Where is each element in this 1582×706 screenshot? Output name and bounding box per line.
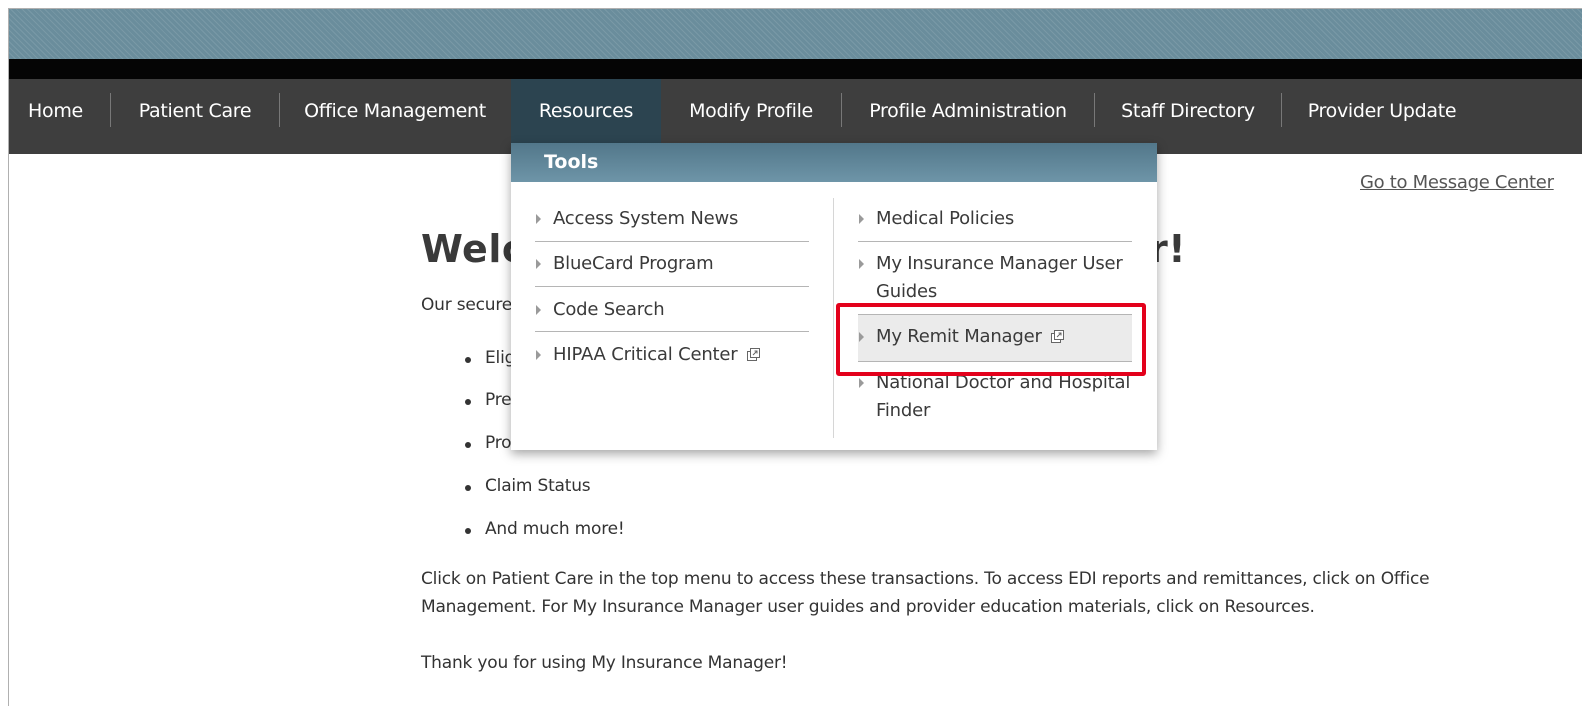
- resources-dropdown: Tools Access System News BlueCard Progra…: [511, 143, 1157, 450]
- menu-item-user-guides[interactable]: My Insurance Manager User Guides: [858, 250, 1132, 306]
- external-link-icon: [747, 348, 760, 361]
- external-link-icon: [1051, 330, 1065, 343]
- bullet-item: Claim Status: [464, 476, 591, 496]
- instructions-paragraph: Click on Patient Care in the top menu to…: [421, 569, 1430, 617]
- menu-item-label: My Insurance Manager User Guides: [876, 253, 1123, 302]
- menu-divider: [535, 241, 809, 242]
- menu-item-medical-policies[interactable]: Medical Policies: [858, 205, 1132, 233]
- intro-text: Our secure: [421, 295, 513, 315]
- menu-item-label: Access System News: [553, 208, 739, 229]
- menu-item-label: HIPAA Critical Center: [553, 344, 738, 365]
- menu-item-label: My Remit Manager: [876, 326, 1042, 347]
- menu-item-access-system-news[interactable]: Access System News: [535, 205, 809, 233]
- bullet-item: Pre: [464, 390, 512, 410]
- caret-right-icon: [859, 259, 864, 269]
- nav-provider-update[interactable]: Provider Update: [1282, 79, 1482, 154]
- column-divider: [833, 198, 834, 438]
- menu-item-label: National Doctor and Hospital Finder: [876, 372, 1131, 421]
- menu-divider: [858, 361, 1132, 362]
- caret-right-icon: [536, 214, 541, 224]
- welcome-heading-left: Welc: [421, 227, 525, 271]
- menu-item-my-remit-manager[interactable]: My Remit Manager: [858, 315, 1132, 361]
- menu-item-label: BlueCard Program: [553, 253, 714, 274]
- menu-item-code-search[interactable]: Code Search: [535, 296, 809, 324]
- menu-divider: [535, 331, 809, 332]
- menu-item-label: Code Search: [553, 299, 665, 320]
- bullet-item: And much more!: [465, 519, 625, 539]
- message-center-link[interactable]: Go to Message Center: [1360, 172, 1554, 193]
- caret-right-icon: [536, 350, 541, 360]
- menu-item-doctor-hospital-finder[interactable]: National Doctor and Hospital Finder: [858, 369, 1132, 425]
- menu-divider: [535, 286, 809, 287]
- menu-item-hipaa-critical-center[interactable]: HIPAA Critical Center: [535, 341, 809, 369]
- header-strip: [9, 59, 1582, 79]
- menu-item-label: Medical Policies: [876, 208, 1015, 229]
- caret-right-icon: [859, 378, 864, 388]
- caret-right-icon: [536, 259, 541, 269]
- nav-office-management[interactable]: Office Management: [280, 79, 510, 154]
- menu-item-bluecard-program[interactable]: BlueCard Program: [535, 250, 809, 278]
- tools-heading: Tools: [544, 151, 599, 173]
- menu-divider: [858, 241, 1132, 242]
- bullet-item: Pro: [464, 433, 512, 453]
- caret-right-icon: [859, 332, 864, 342]
- caret-right-icon: [859, 214, 864, 224]
- dropdown-header: Tools: [511, 143, 1157, 182]
- top-banner: [9, 9, 1582, 59]
- thank-you-text: Thank you for using My Insurance Manager…: [421, 653, 788, 673]
- nav-home[interactable]: Home: [9, 79, 102, 154]
- caret-right-icon: [536, 305, 541, 315]
- page-frame: Home Patient Care Office Management Reso…: [8, 8, 1582, 706]
- nav-patient-care[interactable]: Patient Care: [111, 79, 279, 154]
